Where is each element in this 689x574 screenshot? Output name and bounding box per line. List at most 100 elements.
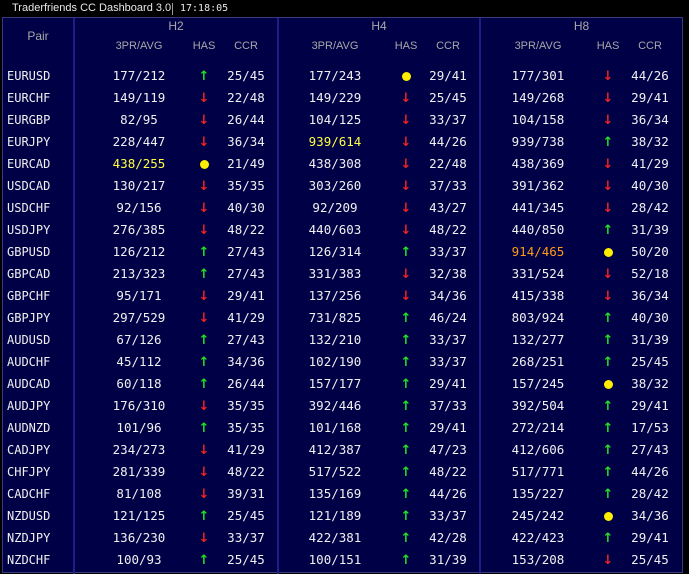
h2-ccr-value: 26/44 [227, 376, 265, 391]
subheader-ccr: CCR [234, 40, 258, 52]
h4-ccr-value: 32/38 [429, 266, 467, 281]
pair-symbol: USDCAD [7, 179, 51, 193]
h2-has-cell: ↑ [186, 263, 222, 285]
arrow-down-icon: ↓ [602, 201, 614, 216]
table-row[interactable]: EURCAD 438/255 21/49 438/308 ↓ 22/48 438/369 ↓ 4… [3, 153, 682, 175]
table-row[interactable]: CADJPY 234/273 ↓ 41/29 412/387 ↑ 47/23 412/606 ↑… [3, 439, 682, 461]
table-row[interactable]: GBPJPY 297/529 ↓ 41/29 731/825 ↑ 46/24 803/924 ↑… [3, 307, 682, 329]
h4-3pr-avg-value: 303/260 [308, 178, 362, 193]
h4-has-cell: ↓ [388, 285, 424, 307]
table-row[interactable]: AUDNZD 101/96 ↑ 35/35 101/168 ↑ 29/41 272/214 ↑ 1… [3, 417, 682, 439]
subheader-has: HAS [394, 40, 418, 52]
h8-3pr-avg-value: 438/369 [511, 156, 565, 171]
subheader-has: HAS [192, 40, 216, 52]
table-row[interactable]: CADCHF 81/108 ↓ 39/31 135/169 ↑ 44/26 135/227 ↑ 2… [3, 483, 682, 505]
table-row[interactable]: USDCAD 130/217 ↓ 35/35 303/260 ↓ 37/33 391/362 ↓… [3, 175, 682, 197]
h8-ccr-value: 31/39 [631, 222, 669, 237]
table-row[interactable]: USDJPY 276/385 ↓ 48/22 440/603 ↓ 48/22 440/850 ↑… [3, 219, 682, 241]
arrow-down-icon: ↓ [198, 223, 210, 238]
h4-3pr-avg-value: 102/190 [308, 354, 362, 369]
h8-has-cell: ↓ [590, 87, 626, 109]
subheader-ccr: CCR [638, 40, 662, 52]
h4-has-cell: ↑ [388, 241, 424, 263]
table-row[interactable]: GBPUSD 126/212 ↑ 27/43 126/314 ↑ 33/37 914/465 5… [3, 241, 682, 263]
h4-3pr-avg-value: 412/387 [308, 442, 362, 457]
arrow-up-icon: ↑ [400, 399, 412, 414]
h4-3pr-avg-value: 157/177 [308, 376, 362, 391]
h2-ccr-value: 41/29 [227, 310, 265, 325]
table-row[interactable]: EURGBP 82/95 ↓ 26/44 104/125 ↓ 33/37 104/158 ↓ 36… [3, 109, 682, 131]
h8-ccr-value: 52/18 [631, 266, 669, 281]
arrow-down-icon: ↓ [602, 267, 614, 282]
h4-ccr-value: 48/22 [429, 222, 467, 237]
table-row[interactable]: NZDUSD 121/125 ↑ 25/45 121/189 ↑ 33/37 245/242 3… [3, 505, 682, 527]
h4-ccr-value: 33/37 [429, 244, 467, 259]
h8-3pr-avg-value: 415/338 [511, 288, 565, 303]
arrow-down-icon: ↓ [198, 113, 210, 128]
table-row[interactable]: EURUSD 177/212 ↑ 25/45 177/243 29/41 177/301 ↓ 4… [3, 65, 682, 87]
h2-has-cell: ↓ [186, 87, 222, 109]
table-row[interactable]: NZDJPY 136/230 ↓ 33/37 422/381 ↑ 42/28 422/423 ↑… [3, 527, 682, 549]
h4-has-cell: ↓ [388, 175, 424, 197]
h8-ccr-value: 38/32 [631, 134, 669, 149]
table-row[interactable]: NZDCHF 100/93 ↑ 25/45 100/151 ↑ 31/39 153/208 ↓ 2… [3, 549, 682, 571]
subheader-3pr-avg: 3PR/AVG [115, 40, 163, 52]
arrow-up-icon: ↑ [400, 421, 412, 436]
table-row[interactable]: GBPCAD 213/323 ↑ 27/43 331/383 ↓ 32/38 331/524 ↓… [3, 263, 682, 285]
h2-3pr-avg-value: 60/118 [116, 376, 162, 391]
h2-ccr-value: 36/34 [227, 134, 265, 149]
table-row[interactable]: USDCHF 92/156 ↓ 40/30 92/209 ↓ 43/27 441/345 ↓ 28… [3, 197, 682, 219]
h8-3pr-avg-value: 268/251 [511, 354, 565, 369]
arrow-up-icon: ↑ [198, 509, 210, 524]
h2-3pr-avg-value: 92/156 [116, 200, 162, 215]
pair-symbol: CHFJPY [7, 465, 51, 479]
h8-has-cell: ↑ [590, 483, 626, 505]
h2-has-cell: ↑ [186, 505, 222, 527]
h2-3pr-avg-value: 234/273 [112, 442, 166, 457]
h8-has-cell: ↓ [590, 549, 626, 571]
arrow-down-icon: ↓ [602, 179, 614, 194]
h4-has-cell: ↑ [388, 483, 424, 505]
h4-has-cell: ↑ [388, 307, 424, 329]
arrow-down-icon: ↓ [198, 201, 210, 216]
h8-3pr-avg-value: 422/423 [511, 530, 565, 545]
h4-has-cell: ↓ [388, 219, 424, 241]
h8-has-cell: ↑ [590, 461, 626, 483]
pair-symbol: GBPJPY [7, 311, 51, 325]
h8-3pr-avg-value: 914/465 [511, 244, 565, 259]
table-row[interactable]: GBPCHF 95/171 ↓ 29/41 137/256 ↓ 34/36 415/338 ↓ 3… [3, 285, 682, 307]
table-row[interactable]: AUDJPY 176/310 ↓ 35/35 392/446 ↑ 37/33 392/504 ↑… [3, 395, 682, 417]
yellow-dot-icon [603, 248, 613, 257]
h8-3pr-avg-value: 135/227 [511, 486, 565, 501]
h8-3pr-avg-value: 153/208 [511, 552, 565, 567]
arrow-up-icon: ↑ [400, 245, 412, 260]
table-row[interactable]: AUDCAD 60/118 ↑ 26/44 157/177 ↑ 29/41 157/245 38… [3, 373, 682, 395]
pair-symbol: GBPCAD [7, 267, 51, 281]
table-row[interactable]: EURJPY 228/447 ↓ 36/34 939/614 ↓ 44/26 939/738 ↑… [3, 131, 682, 153]
h4-3pr-avg-value: 438/308 [308, 156, 362, 171]
h8-has-cell: ↑ [590, 395, 626, 417]
table-row[interactable]: AUDCHF 45/112 ↑ 34/36 102/190 ↑ 33/37 268/251 ↑ 2… [3, 351, 682, 373]
arrow-up-icon: ↑ [400, 553, 412, 568]
h2-has-cell: ↓ [186, 175, 222, 197]
arrow-up-icon: ↑ [602, 135, 614, 150]
h8-has-cell: ↑ [590, 351, 626, 373]
h4-ccr-value: 46/24 [429, 310, 467, 325]
h8-3pr-avg-value: 939/738 [511, 134, 565, 149]
h2-ccr-value: 26/44 [227, 112, 265, 127]
title-bar: Traderfriends CC Dashboard 3.0 17:18:05 [0, 0, 689, 17]
dashboard-panel: Pair H2 H4 H8 3PR/AVG HAS CCR 3PR/AVG HA… [2, 17, 683, 574]
arrow-up-icon: ↑ [602, 399, 614, 414]
table-row[interactable]: CHFJPY 281/339 ↓ 48/22 517/522 ↑ 48/22 517/771 ↑… [3, 461, 682, 483]
table-row[interactable]: EURCHF 149/119 ↓ 22/48 149/229 ↓ 25/45 149/268 ↓… [3, 87, 682, 109]
h2-has-cell: ↑ [186, 65, 222, 87]
table-row[interactable]: AUDUSD 67/126 ↑ 27/43 132/210 ↑ 33/37 132/277 ↑ 3… [3, 329, 682, 351]
h2-ccr-value: 48/22 [227, 222, 265, 237]
h2-3pr-avg-value: 438/255 [112, 156, 166, 171]
arrow-up-icon: ↑ [400, 311, 412, 326]
pair-column-header: Pair [27, 29, 49, 43]
arrow-down-icon: ↓ [198, 179, 210, 194]
pair-symbol: EURGBP [7, 113, 51, 127]
arrow-down-icon: ↓ [198, 91, 210, 106]
h8-ccr-value: 25/45 [631, 354, 669, 369]
